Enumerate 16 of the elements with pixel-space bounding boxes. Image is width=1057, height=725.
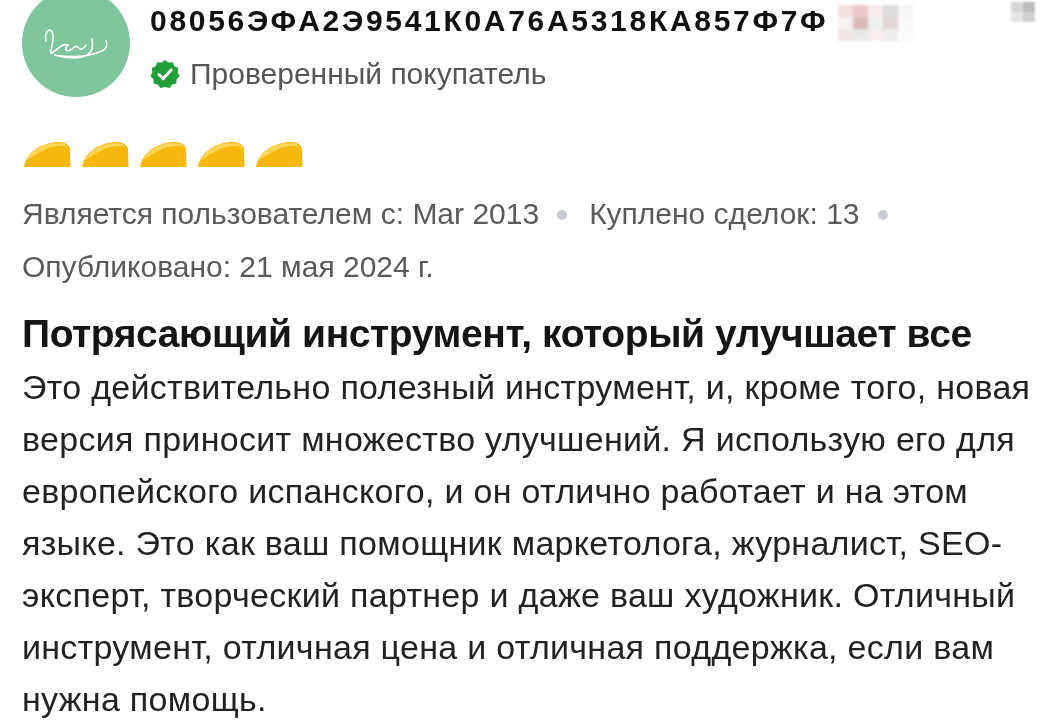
star-icon — [196, 140, 246, 170]
meta-text: Куплено сделок: 13 — [589, 195, 860, 232]
bullet-dot-icon — [877, 209, 888, 220]
review-title: Потрясающий инструмент, который улучшает все — [22, 312, 972, 356]
star-icon — [254, 140, 304, 170]
verified-buyer-label: Проверенный покупатель — [190, 58, 547, 90]
meta-text: Является пользователем с: Mar 2013 — [22, 195, 540, 232]
review-text: Это действительно полезный инструмент, и, кроме того, новая версия приносит множество улучшений. Я использую его для европейского испанского, и он отлично работает и на этом языке. Это как ваш помощник маркетолога, журналист, SEO-эксперт, творческий партнер и даже ваш художник. Отличный инструмент, отличная цена и отличная поддержка, если вам нужна помощь. — [22, 367, 1032, 720]
bullet-dot-icon — [557, 209, 568, 220]
avatar-icon — [22, 0, 130, 97]
pixelated-block — [1011, 2, 1035, 22]
star-icon — [80, 140, 130, 170]
star-icon — [138, 140, 188, 170]
star-icon — [22, 140, 72, 170]
reviewer-name: 08056ЭФА2Э9541К0А76А5318КА857Ф7Ф — [150, 3, 829, 39]
published-date: Опубликовано: 21 мая 2024 г. — [22, 249, 434, 285]
